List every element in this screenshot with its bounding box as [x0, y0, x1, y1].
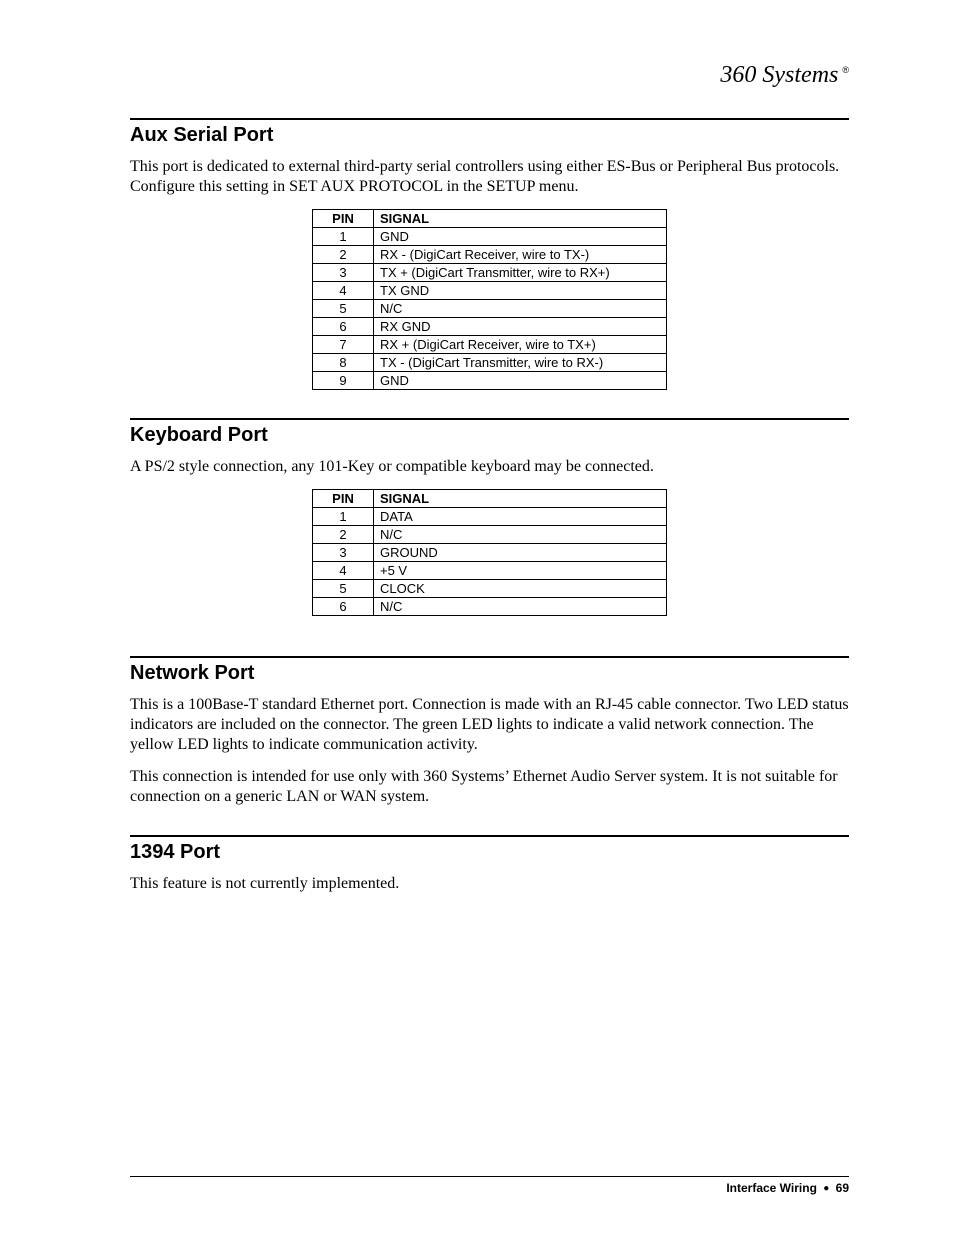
- document-page: 360 Systems ® Aux Serial Port This port i…: [0, 0, 954, 1235]
- section-title: Keyboard Port: [130, 424, 849, 447]
- pin-cell: 2: [313, 246, 374, 264]
- table-row: 9GND: [313, 372, 667, 390]
- pin-cell: 1: [313, 228, 374, 246]
- table-row: 4TX GND: [313, 282, 667, 300]
- signal-cell: N/C: [374, 300, 667, 318]
- pin-cell: 4: [313, 562, 374, 580]
- brand-trademark: ®: [842, 65, 849, 75]
- signal-cell: GND: [374, 372, 667, 390]
- table-row: 3GROUND: [313, 544, 667, 562]
- table-row: 5N/C: [313, 300, 667, 318]
- signal-cell: CLOCK: [374, 580, 667, 598]
- table-row: 2RX - (DigiCart Receiver, wire to TX-): [313, 246, 667, 264]
- table-row: 4+5 V: [313, 562, 667, 580]
- signal-cell: DATA: [374, 508, 667, 526]
- pin-cell: 1: [313, 508, 374, 526]
- table-row: 1GND: [313, 228, 667, 246]
- signal-cell: RX GND: [374, 318, 667, 336]
- pin-cell: 6: [313, 598, 374, 616]
- section-title: Network Port: [130, 662, 849, 685]
- pin-cell: 5: [313, 300, 374, 318]
- signal-cell: TX - (DigiCart Transmitter, wire to RX-): [374, 354, 667, 372]
- footer-text: Interface Wiring ● 69: [130, 1181, 849, 1195]
- signal-cell: TX + (DigiCart Transmitter, wire to RX+): [374, 264, 667, 282]
- col-header-signal: SIGNAL: [374, 490, 667, 508]
- section-paragraph: This is a 100Base-T standard Ethernet po…: [130, 695, 849, 755]
- signal-cell: +5 V: [374, 562, 667, 580]
- section-rule: [130, 118, 849, 120]
- table-row: 2N/C: [313, 526, 667, 544]
- bullet-icon: ●: [823, 1183, 829, 1194]
- footer-rule: [130, 1176, 849, 1177]
- keyboard-pin-table: PIN SIGNAL 1DATA 2N/C 3GROUND 4+5 V 5CLO…: [312, 489, 667, 616]
- pin-cell: 9: [313, 372, 374, 390]
- table-row: 7RX + (DigiCart Receiver, wire to TX+): [313, 336, 667, 354]
- signal-cell: N/C: [374, 598, 667, 616]
- aux-pin-table: PIN SIGNAL 1GND 2RX - (DigiCart Receiver…: [312, 209, 667, 390]
- section-rule: [130, 418, 849, 420]
- brand-logo: 360 Systems ®: [720, 62, 849, 89]
- brand-name: 360 Systems: [720, 62, 838, 88]
- table-row: 6N/C: [313, 598, 667, 616]
- table-row: 3TX + (DigiCart Transmitter, wire to RX+…: [313, 264, 667, 282]
- table-row: 1DATA: [313, 508, 667, 526]
- table-header-row: PIN SIGNAL: [313, 210, 667, 228]
- signal-cell: RX - (DigiCart Receiver, wire to TX-): [374, 246, 667, 264]
- pin-cell: 5: [313, 580, 374, 598]
- pin-cell: 6: [313, 318, 374, 336]
- col-header-pin: PIN: [313, 490, 374, 508]
- section-title: 1394 Port: [130, 841, 849, 864]
- signal-cell: GND: [374, 228, 667, 246]
- signal-cell: GROUND: [374, 544, 667, 562]
- section-paragraph: This connection is intended for use only…: [130, 767, 849, 807]
- table-row: 8TX - (DigiCart Transmitter, wire to RX-…: [313, 354, 667, 372]
- section-rule: [130, 656, 849, 658]
- section-title: Aux Serial Port: [130, 124, 849, 147]
- col-header-signal: SIGNAL: [374, 210, 667, 228]
- footer-section-name: Interface Wiring: [726, 1181, 817, 1195]
- pin-cell: 4: [313, 282, 374, 300]
- col-header-pin: PIN: [313, 210, 374, 228]
- section-paragraph: This feature is not currently implemente…: [130, 874, 849, 894]
- section-keyboard-port: Keyboard Port A PS/2 style connection, a…: [130, 418, 849, 616]
- section-rule: [130, 835, 849, 837]
- pin-cell: 3: [313, 544, 374, 562]
- pin-cell: 2: [313, 526, 374, 544]
- section-network-port: Network Port This is a 100Base-T standar…: [130, 656, 849, 807]
- pin-cell: 7: [313, 336, 374, 354]
- section-aux-serial-port: Aux Serial Port This port is dedicated t…: [130, 118, 849, 390]
- page-number: 69: [836, 1181, 849, 1195]
- section-paragraph: This port is dedicated to external third…: [130, 157, 849, 197]
- pin-cell: 3: [313, 264, 374, 282]
- signal-cell: TX GND: [374, 282, 667, 300]
- signal-cell: RX + (DigiCart Receiver, wire to TX+): [374, 336, 667, 354]
- signal-cell: N/C: [374, 526, 667, 544]
- section-paragraph: A PS/2 style connection, any 101-Key or …: [130, 457, 849, 477]
- section-1394-port: 1394 Port This feature is not currently …: [130, 835, 849, 894]
- table-row: 5CLOCK: [313, 580, 667, 598]
- table-row: 6RX GND: [313, 318, 667, 336]
- page-footer: Interface Wiring ● 69: [130, 1176, 849, 1195]
- pin-cell: 8: [313, 354, 374, 372]
- table-header-row: PIN SIGNAL: [313, 490, 667, 508]
